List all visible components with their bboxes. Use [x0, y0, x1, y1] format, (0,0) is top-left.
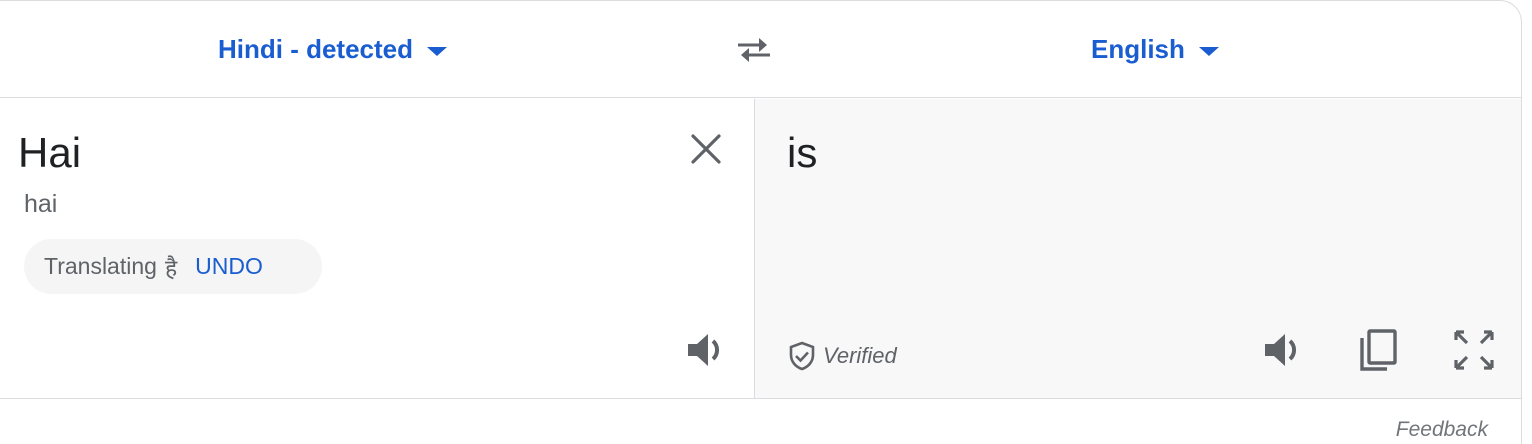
- listen-translation-button[interactable]: [1259, 325, 1309, 375]
- verified-badge[interactable]: Verified: [789, 339, 897, 373]
- translation-output: is: [787, 129, 818, 176]
- suggestion-prefix: Translating: [44, 253, 157, 279]
- swap-arrows-icon: [738, 38, 770, 62]
- caret-down-icon: [1198, 46, 1219, 56]
- feedback-link[interactable]: Feedback: [1396, 418, 1488, 442]
- transliteration: hai: [24, 190, 58, 218]
- suggestion-chip: Translating है UNDO: [24, 239, 322, 294]
- source-language-label: Hindi - detected: [218, 33, 414, 64]
- source-language-selector[interactable]: Hindi - detected: [218, 31, 448, 67]
- source-pane: Hai hai Translating है UNDO: [0, 99, 754, 399]
- close-icon: [691, 134, 721, 164]
- target-language-label: English: [1091, 33, 1185, 64]
- translate-card: Hindi - detected English Hai hai Transla…: [0, 0, 1522, 444]
- fullscreen-button[interactable]: [1449, 325, 1499, 375]
- speaker-icon: [1265, 334, 1297, 366]
- source-text-input[interactable]: Hai: [18, 129, 81, 177]
- clear-source-button[interactable]: [684, 127, 728, 171]
- fullscreen-icon: [1454, 330, 1494, 370]
- copy-translation-button[interactable]: [1353, 325, 1403, 375]
- language-bar: Hindi - detected English: [0, 1, 1521, 98]
- speaker-icon: [688, 334, 720, 366]
- listen-source-button[interactable]: [684, 327, 730, 373]
- target-language-selector[interactable]: English: [1091, 31, 1219, 67]
- verified-label: Verified: [823, 343, 897, 368]
- swap-languages-button[interactable]: [730, 29, 778, 69]
- shield-check-icon: [789, 341, 815, 371]
- target-pane: is Verified: [754, 99, 1521, 399]
- suggestion-word: है: [164, 255, 178, 282]
- undo-button[interactable]: UNDO: [195, 253, 263, 280]
- caret-down-icon: [427, 46, 448, 56]
- copy-icon: [1360, 329, 1397, 371]
- divider: [0, 398, 1521, 399]
